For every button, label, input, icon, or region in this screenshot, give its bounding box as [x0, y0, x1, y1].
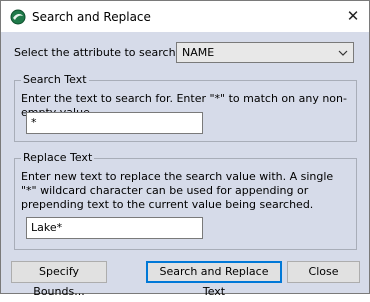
search-text-value: * — [31, 116, 37, 129]
search-text-legend: Search Text — [21, 73, 89, 87]
attribute-select[interactable]: NAME — [176, 42, 354, 63]
replace-text-group: Replace Text Enter new text to replace t… — [14, 151, 357, 250]
search-text-group: Search Text Enter the text to search for… — [14, 73, 357, 142]
specify-bounds-button[interactable]: Specify Bounds... — [11, 261, 107, 298]
search-and-replace-button[interactable]: Search and Replace Text — [146, 261, 282, 298]
attribute-label: Select the attribute to search on: — [14, 46, 197, 59]
window-title: Search and Replace — [32, 10, 151, 24]
replace-text-value: Lake* — [31, 221, 63, 234]
replace-text-legend: Replace Text — [21, 151, 95, 165]
replace-text-description: Enter new text to replace the search val… — [21, 170, 334, 211]
attribute-selected-value: NAME — [182, 46, 215, 59]
close-window-icon[interactable]: ✕ — [341, 4, 365, 28]
app-logo-icon — [10, 9, 26, 25]
search-replace-dialog: Search and Replace ✕ Select the attribut… — [0, 0, 370, 298]
search-text-input[interactable]: * — [26, 112, 203, 134]
close-button[interactable]: Close — [287, 261, 360, 283]
replace-text-input[interactable]: Lake* — [26, 217, 203, 239]
title-bar[interactable]: Search and Replace ✕ — [1, 1, 369, 32]
chevron-down-icon — [338, 50, 348, 56]
